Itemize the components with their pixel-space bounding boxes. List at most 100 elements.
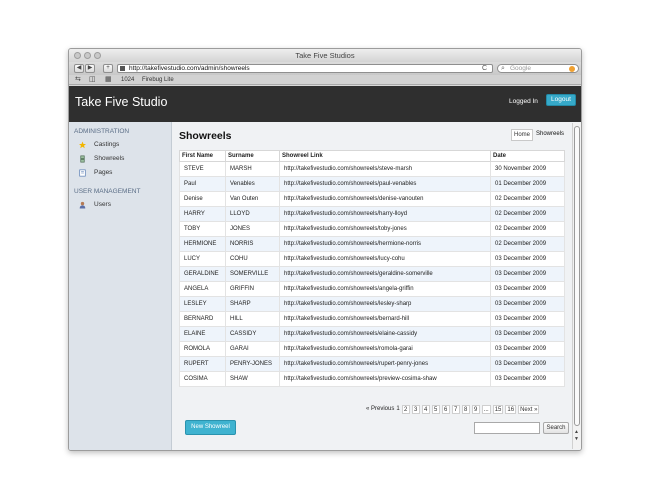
vertical-scrollbar[interactable]: ▲ ▼	[572, 123, 581, 449]
table-row[interactable]: RUPERT PENRY-JONES http://takefivestudio.c…	[179, 356, 565, 372]
cell-first-name: TOBY	[179, 221, 226, 237]
add-bookmark-button[interactable]: +	[103, 64, 113, 73]
table-row[interactable]: BERNARD HILL http://takefivestudio.com/sho…	[179, 311, 565, 327]
cell-first-name: Paul	[179, 176, 226, 192]
cell-date: 03 December 2009	[490, 266, 565, 282]
column-header-surname[interactable]: Surname	[225, 150, 280, 162]
cell-date: 03 December 2009	[490, 281, 565, 297]
cell-surname: Venables	[225, 176, 280, 192]
new-showreel-button[interactable]: New Showreel	[185, 420, 236, 435]
table-row[interactable]: HERMIONE NORRIS http://takefivestudio.com/…	[179, 236, 565, 252]
search-input[interactable]	[474, 422, 540, 434]
table-row[interactable]: ANGELA GRIFFIN http://takefivestudio.com/s…	[179, 281, 565, 297]
scrollbar-thumb[interactable]	[574, 126, 580, 426]
minimize-window-button[interactable]	[84, 52, 91, 59]
cell-surname: COHU	[225, 251, 280, 267]
page-link[interactable]: 15	[492, 404, 504, 414]
page-link[interactable]: 5	[431, 404, 440, 414]
film-icon	[80, 155, 85, 163]
page-link[interactable]: 6	[441, 404, 450, 414]
cell-date: 02 December 2009	[490, 236, 565, 252]
cell-first-name: COSIMA	[179, 371, 226, 387]
reload-icon[interactable]: C	[482, 64, 487, 73]
sidebar-item-label: Castings	[94, 141, 120, 148]
cell-first-name: ANGELA	[179, 281, 226, 297]
cell-showreel-link[interactable]: http://takefivestudio.com/showreels/rupe…	[279, 356, 491, 372]
browser-search-field[interactable]: Google	[497, 64, 579, 73]
cell-showreel-link[interactable]: http://takefivestudio.com/showreels/bern…	[279, 311, 491, 327]
scroll-down-icon[interactable]: ▼	[574, 436, 579, 442]
table-row[interactable]: Paul Venables http://takefivestudio.com/sh…	[179, 176, 565, 192]
bookmark-firebug-lite[interactable]: Firebug Lite	[142, 75, 174, 85]
table-row[interactable]: ROMOLA GARAI http://takefivestudio.com/sho…	[179, 341, 565, 357]
next-page-link[interactable]: Next »	[518, 404, 540, 414]
cell-first-name: GERALDINE	[179, 266, 226, 282]
search-engine-icon[interactable]	[569, 66, 575, 72]
table-row[interactable]: HARRY LLOYD http://takefivestudio.com/show…	[179, 206, 565, 222]
logout-button[interactable]: Logout	[546, 94, 576, 106]
table-row[interactable]: GERALDINE SOMERVILLE http://takefivestudio…	[179, 266, 565, 282]
cell-showreel-link[interactable]: http://takefivestudio.com/showreels/prev…	[279, 371, 491, 387]
cell-showreel-link[interactable]: http://takefivestudio.com/showreels/stev…	[279, 161, 491, 177]
cell-surname: SHARP	[225, 296, 280, 312]
search-button[interactable]: Search	[543, 422, 569, 434]
top-sites-grid-icon[interactable]: ▦	[105, 75, 112, 85]
cell-showreel-link[interactable]: http://takefivestudio.com/showreels/lesl…	[279, 296, 491, 312]
cell-date: 03 December 2009	[490, 326, 565, 342]
table-row[interactable]: STEVE MARSH http://takefivestudio.com/show…	[179, 161, 565, 177]
column-header-showreel-link[interactable]: Showreel Link	[279, 150, 491, 162]
cell-showreel-link[interactable]: http://takefivestudio.com/showreels/ange…	[279, 281, 491, 297]
page-link[interactable]: 9	[471, 404, 480, 414]
breadcrumb-home-link[interactable]: Home	[511, 129, 533, 141]
page-link[interactable]: 4	[421, 404, 430, 414]
site-favicon-icon	[120, 66, 125, 71]
close-window-button[interactable]	[74, 52, 81, 59]
page-link[interactable]: 3	[411, 404, 420, 414]
previous-page-link[interactable]: « Previous	[366, 405, 394, 413]
scroll-up-icon[interactable]: ▲	[574, 429, 579, 435]
bookmark-resolution[interactable]: 1024	[121, 75, 134, 85]
app-header: Take Five Studio Logged In Logout	[69, 86, 581, 122]
cell-surname: MARSH	[225, 161, 280, 177]
cell-showreel-link[interactable]: http://takefivestudio.com/showreels/lucy…	[279, 251, 491, 267]
cell-date: 03 December 2009	[490, 311, 565, 327]
page-link[interactable]: 2	[401, 404, 410, 414]
cell-showreel-link[interactable]: http://takefivestudio.com/showreels/toby…	[279, 221, 491, 237]
table-row[interactable]: LUCY COHU http://takefivestudio.com/showre…	[179, 251, 565, 267]
forward-button[interactable]: ▶	[85, 64, 95, 73]
column-header-first-name[interactable]: First Name	[179, 150, 226, 162]
cell-first-name: LESLEY	[179, 296, 226, 312]
brand-title[interactable]: Take Five Studio	[75, 95, 167, 109]
reading-list-icon[interactable]: ◫	[89, 75, 96, 85]
breadcrumb-current: Showreels	[536, 131, 565, 137]
cell-showreel-link[interactable]: http://takefivestudio.com/showreels/herm…	[279, 236, 491, 252]
window-title: Take Five Studios	[295, 51, 355, 60]
cell-showreel-link[interactable]: http://takefivestudio.com/showreels/deni…	[279, 191, 491, 207]
cell-date: 03 December 2009	[490, 296, 565, 312]
cell-showreel-link[interactable]: http://takefivestudio.com/showreels/romo…	[279, 341, 491, 357]
back-button[interactable]: ◀	[74, 64, 84, 73]
sync-icon[interactable]: ⇆	[75, 75, 81, 85]
cell-showreel-link[interactable]: http://takefivestudio.com/showreels/paul…	[279, 176, 491, 192]
table-row[interactable]: COSIMA SHAW http://takefivestudio.com/show…	[179, 371, 565, 387]
zoom-window-button[interactable]	[94, 52, 101, 59]
page-link[interactable]: 7	[451, 404, 460, 414]
cell-first-name: HERMIONE	[179, 236, 226, 252]
table-row[interactable]: Denise Van Outen http://takefivestudio.com…	[179, 191, 565, 207]
cell-showreel-link[interactable]: http://takefivestudio.com/showreels/harr…	[279, 206, 491, 222]
table-row[interactable]: ELAINE CASSIDY http://takefivestudio.com/s…	[179, 326, 565, 342]
column-header-date[interactable]: Date	[490, 150, 565, 162]
cell-date: 02 December 2009	[490, 221, 565, 237]
table-row[interactable]: LESLEY SHARP http://takefivestudio.com/sho…	[179, 296, 565, 312]
page-link[interactable]: 16	[505, 404, 517, 414]
page-link[interactable]: 8	[461, 404, 470, 414]
cell-first-name: ROMOLA	[179, 341, 226, 357]
cell-showreel-link[interactable]: http://takefivestudio.com/showreels/elai…	[279, 326, 491, 342]
table-row[interactable]: TOBY JONES http://takefivestudio.com/showr…	[179, 221, 565, 237]
cell-surname: Van Outen	[225, 191, 280, 207]
cell-surname: PENRY-JONES	[225, 356, 280, 372]
cell-first-name: STEVE	[179, 161, 226, 177]
cell-showreel-link[interactable]: http://takefivestudio.com/showreels/gera…	[279, 266, 491, 282]
address-bar[interactable]: http://takefivestudio.com/admin/showreel…	[117, 64, 493, 73]
cell-first-name: BERNARD	[179, 311, 226, 327]
